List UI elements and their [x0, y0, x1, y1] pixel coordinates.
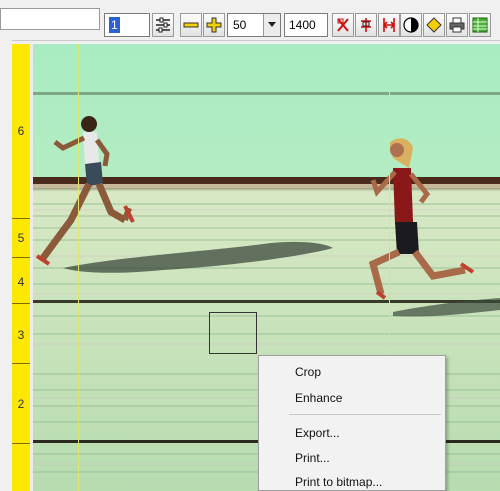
zoom-select[interactable]: 50 [227, 13, 281, 37]
menu-item-crop[interactable]: Crop [295, 365, 321, 379]
print-button[interactable] [446, 13, 468, 37]
lane-divider [12, 303, 30, 304]
flag-button[interactable] [332, 13, 354, 37]
lane-marker-button[interactable] [355, 13, 377, 37]
contrast-icon [403, 17, 419, 33]
diamond-icon [426, 17, 442, 33]
lane-marker-icon [361, 18, 371, 32]
zoom-out-icon [183, 22, 199, 28]
lane-label: 2 [17, 397, 25, 411]
contrast-button[interactable] [400, 13, 422, 37]
toolbar-left-field[interactable] [0, 8, 100, 30]
lane-divider [12, 218, 30, 219]
left-margin [0, 40, 12, 491]
menu-item-enhance[interactable]: Enhance [295, 391, 342, 405]
zoom-value: 50 [233, 18, 247, 32]
menu-separator [289, 414, 441, 415]
chevron-down-icon[interactable] [263, 14, 280, 36]
menu-item-export[interactable]: Export... [295, 426, 340, 440]
print-icon [449, 17, 465, 33]
flag-icon [337, 18, 349, 32]
table-button[interactable] [469, 13, 491, 37]
zoom-in-icon [206, 17, 222, 33]
zoom-in-button[interactable] [203, 13, 225, 37]
split-icon [382, 18, 396, 32]
frame-number-field[interactable]: 1 [104, 13, 150, 37]
lane-label: 5 [17, 231, 25, 245]
context-menu: Crop Enhance Export... Print... Print to… [258, 355, 446, 491]
image-width-value: 1400 [289, 18, 316, 32]
frame-number-value: 1 [109, 17, 120, 33]
lane-label: 3 [17, 328, 25, 342]
lanes-button[interactable] [152, 13, 174, 37]
selection-box[interactable] [209, 312, 257, 354]
lane-label: 6 [17, 124, 25, 138]
lane-divider [12, 363, 30, 364]
zoom-out-button[interactable] [180, 13, 202, 37]
toolbar: 1 50 1400 [0, 0, 500, 41]
lane-divider [12, 257, 30, 258]
diamond-button[interactable] [423, 13, 445, 37]
menu-item-print-to-bitmap[interactable]: Print to bitmap... [295, 475, 382, 489]
menu-item-print[interactable]: Print... [295, 451, 330, 465]
time-cursor-line[interactable] [78, 44, 79, 491]
table-icon [472, 17, 488, 33]
image-width-field[interactable]: 1400 [284, 13, 328, 37]
lane-ruler: 6 5 4 3 2 [12, 44, 30, 491]
split-button[interactable] [378, 13, 400, 37]
lane-divider [12, 443, 30, 444]
lane-label: 4 [17, 275, 25, 289]
lanes-icon [156, 17, 170, 33]
